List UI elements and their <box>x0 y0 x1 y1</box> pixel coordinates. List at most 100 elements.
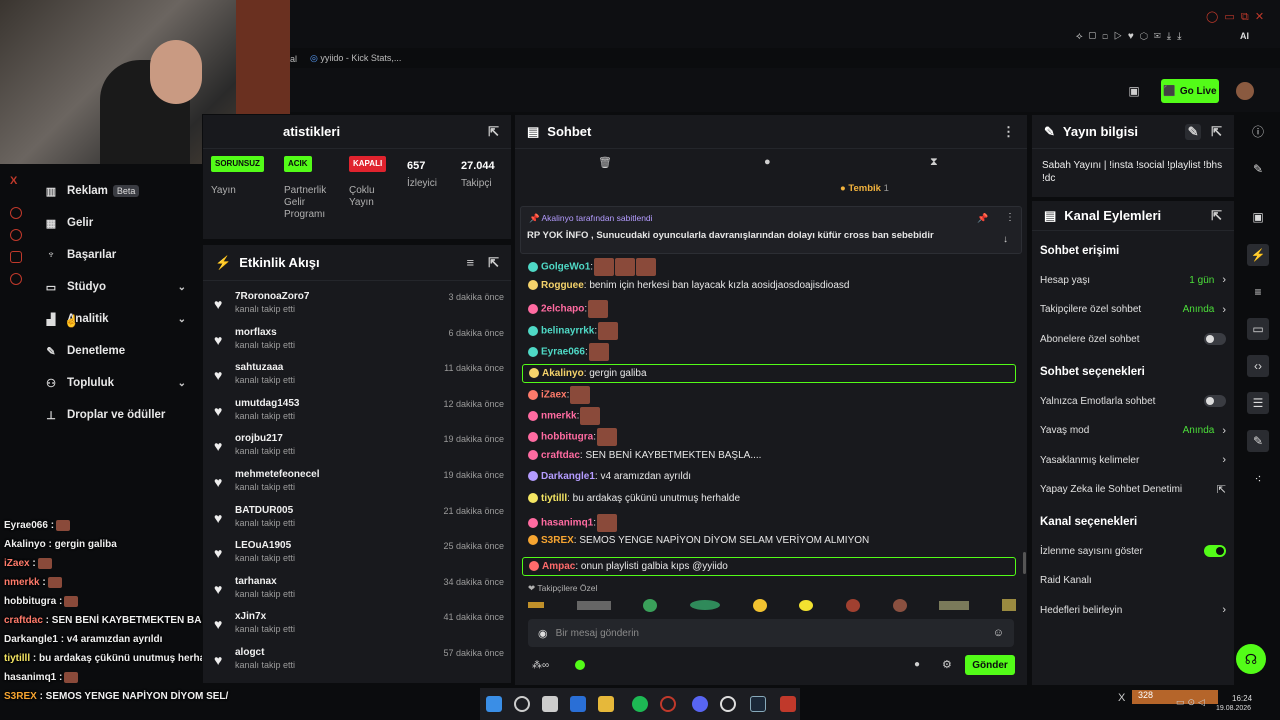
menu-item-studyo[interactable]: ▭ Stüdyo ⌄ <box>44 276 194 298</box>
setting-row[interactable]: Yapay Zeka ile Sohbet Denetimi ⇱ <box>1040 480 1226 500</box>
chat-username[interactable]: Rogguee <box>541 280 584 291</box>
tray-icons[interactable]: ▭⊙◁ <box>1176 697 1208 708</box>
chat-username[interactable]: Akalinyo <box>542 368 584 379</box>
chat-username[interactable]: Eyrae066 <box>541 347 585 358</box>
activity-user[interactable]: alogct <box>235 647 264 658</box>
activity-user[interactable]: tarhanax <box>235 576 277 587</box>
activity-user[interactable]: BATDUR005 <box>235 505 293 516</box>
chat-username[interactable]: hobbitugra <box>541 432 593 443</box>
edit-icon[interactable]: ✎ <box>1185 123 1202 140</box>
toggle-switch[interactable] <box>1204 395 1226 407</box>
setting-row[interactable]: Raid Kanalı <box>1040 571 1226 591</box>
chat-username[interactable]: nmerkk <box>541 411 577 422</box>
activity-user[interactable]: mehmetefeonecel <box>235 469 319 480</box>
activity-user[interactable]: 7RoronoaZoro7 <box>235 291 309 302</box>
opera-icon[interactable] <box>660 696 676 712</box>
chat-bubble-icon[interactable]: ● <box>764 156 771 168</box>
go-live-button[interactable]: ⬛ Go Live <box>1161 79 1219 103</box>
folder-icon[interactable] <box>598 696 614 712</box>
activity-user[interactable]: orojbu217 <box>235 433 283 444</box>
emote-icon[interactable] <box>576 600 611 610</box>
ai-button[interactable]: AI <box>1240 31 1249 41</box>
steam-icon[interactable] <box>750 696 766 712</box>
emote-icon[interactable] <box>643 598 658 612</box>
theatre-icon[interactable]: ▣ <box>1126 84 1142 98</box>
setting-row[interactable]: İzlenme sayısını göster <box>1040 541 1226 561</box>
shield-icon[interactable] <box>10 251 22 263</box>
emote-bar[interactable] <box>528 597 1016 613</box>
settings-icon[interactable] <box>10 273 22 285</box>
activity-row[interactable]: ♥ BATDUR005 kanalı takip etti 21 dakika önc… <box>212 504 508 538</box>
chat-users-icon[interactable]: ● <box>914 659 920 670</box>
search-icon[interactable] <box>514 696 530 712</box>
activity-row[interactable]: ♥ tarhanax kanalı takip etti 34 dakika önce <box>212 575 508 609</box>
browser-extension-icons[interactable]: ⟡▢◻▷♥⬡✉⤓⤓ <box>1076 31 1188 42</box>
chat-username[interactable]: GolgeWo1 <box>541 262 590 273</box>
chat-scrollbar[interactable] <box>1023 552 1026 574</box>
emote-icon[interactable] <box>799 599 814 611</box>
stack-icon[interactable]: ☰ <box>1247 392 1269 414</box>
menu-item-denetleme[interactable]: ✎ Denetleme <box>44 340 194 362</box>
activity-row[interactable]: ♥ 7RoronoaZoro7 kanalı takip etti 3 dakika … <box>212 290 508 324</box>
app-icon[interactable] <box>720 696 736 712</box>
chat-icon[interactable]: ▭ <box>1247 318 1269 340</box>
record-icon[interactable] <box>10 207 22 219</box>
info-icon[interactable]: ⓘ <box>1247 120 1269 142</box>
points-icon[interactable] <box>575 660 585 670</box>
chat-username[interactable]: tiytilll <box>541 493 567 504</box>
more-options-icon[interactable]: ⋮ <box>1002 124 1015 140</box>
setting-row[interactable]: Yavaş mod Anında › <box>1040 421 1226 441</box>
activity-user[interactable]: LEOuA1905 <box>235 540 291 551</box>
setting-row[interactable]: Yalnızca Emotlarla sohbet <box>1040 391 1226 411</box>
toggle-switch[interactable] <box>1204 545 1226 557</box>
list-icon[interactable]: ≡ <box>1247 281 1269 303</box>
emoji-icon[interactable]: ☺ <box>993 627 1004 639</box>
bookmark-tab-2[interactable]: ◎ yyiido - Kick Stats,... <box>310 53 401 64</box>
emote-icon[interactable] <box>845 598 860 612</box>
menu-item-gelir[interactable]: ▦ Gelir <box>44 212 194 234</box>
chat-username[interactable]: Ampac <box>542 561 575 572</box>
activity-row[interactable]: ♥ mehmetefeonecel kanalı takip etti 19 daki… <box>212 468 508 502</box>
activity-user[interactable]: morflaxs <box>235 327 277 338</box>
send-button[interactable]: Gönder <box>965 655 1015 675</box>
code-icon[interactable]: ‹› <box>1247 355 1269 377</box>
menu-item-basarilar[interactable]: ♆ Başarılar <box>44 244 194 266</box>
chat-username[interactable]: S3REX <box>541 535 574 546</box>
popout-icon[interactable]: ⇱ <box>488 124 499 140</box>
activity-row[interactable]: ♥ LEOuA1905 kanalı takip etti 25 dakika önc… <box>212 539 508 573</box>
wrench-icon[interactable]: ✎ <box>1247 430 1269 452</box>
pin-options-icon[interactable]: ⋮ <box>1005 212 1015 223</box>
setting-row[interactable]: Abonelere özel sohbet <box>1040 329 1226 349</box>
setting-row[interactable]: Hedefleri belirleyin › <box>1040 600 1226 620</box>
expand-arrow-icon[interactable]: ↓ <box>1003 234 1008 245</box>
activity-row[interactable]: ♥ orojbu217 kanalı takip etti 19 dakika önc… <box>212 432 508 466</box>
rewards-icon[interactable]: ⁂∞ <box>532 660 549 671</box>
clock-icon[interactable] <box>10 229 22 241</box>
popout-icon[interactable]: ⇱ <box>488 255 499 271</box>
support-headset-icon[interactable]: ☊ <box>1236 644 1266 674</box>
bolt-icon[interactable]: ⚡ <box>1247 244 1269 266</box>
filter-icon[interactable]: ≡ <box>467 255 475 270</box>
activity-row[interactable]: ♥ alogct kanalı takip etti 57 dakika önce <box>212 646 508 680</box>
hourglass-icon[interactable]: ⧗ <box>930 156 938 169</box>
activity-row[interactable]: ♥ morflaxs kanalı takip etti 6 dakika önce <box>212 326 508 360</box>
chat-input[interactable]: ◉ Bir mesaj gönderin ☺ <box>528 619 1014 647</box>
setting-row[interactable]: Yasaklanmış kelimeler › <box>1040 450 1226 470</box>
pencil-icon[interactable]: ✎ <box>1247 158 1269 180</box>
setting-row[interactable]: Takipçilere özel sohbet Anında › <box>1040 300 1226 320</box>
avatar[interactable] <box>1236 82 1254 100</box>
chat-username[interactable]: iZaex <box>541 390 567 401</box>
activity-row[interactable]: ♥ sahtuzaaa kanalı takip etti 11 dakika önc… <box>212 361 508 395</box>
discord-icon[interactable] <box>692 696 708 712</box>
window-controls[interactable]: ◯ ▭ ⧉ ✕ <box>1206 10 1264 24</box>
top-tipper[interactable]: ● Tembik 1 <box>840 183 889 194</box>
windows-start-icon[interactable] <box>486 696 502 712</box>
emote-icon[interactable] <box>752 598 767 612</box>
emote-icon[interactable] <box>689 600 720 610</box>
spotify-icon[interactable] <box>632 696 648 712</box>
menu-item-topluluk[interactable]: ⚇ Topluluk ⌄ <box>44 372 194 394</box>
store-icon[interactable] <box>542 696 558 712</box>
activity-user[interactable]: sahtuzaaa <box>235 362 283 373</box>
setting-row[interactable]: Hesap yaşı 1 gün › <box>1040 270 1226 290</box>
emote-icon[interactable] <box>892 598 907 612</box>
